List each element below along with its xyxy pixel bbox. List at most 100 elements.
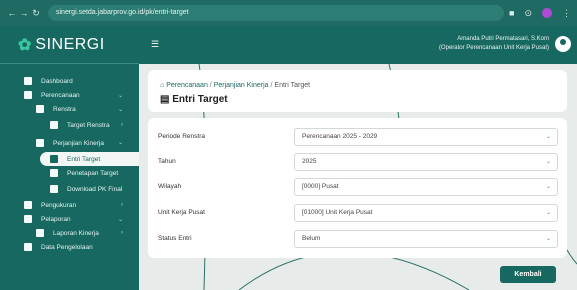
chevron-down-icon: ⌄ [117, 92, 123, 99]
form-row-periode: Periode Renstra Perencanaan 2025 - 2029 … [158, 128, 558, 146]
database-icon [24, 243, 32, 251]
field-label: Periode Renstra [158, 133, 205, 140]
field-label: Unit Kerja Pusat [158, 209, 205, 216]
logo-icon: ✿ [18, 36, 32, 54]
home-icon [24, 77, 32, 85]
chevron-down-icon: ⌄ [117, 106, 123, 113]
home-icon: ⌂ [160, 82, 165, 89]
sidebar-item-pengukuran[interactable]: Pengukuran › [0, 198, 139, 212]
select-value: 2025 [302, 158, 317, 165]
page-title: ▤ Entri Target [160, 94, 228, 105]
sidebar-item-target-renstra[interactable]: Target Renstra › [0, 116, 139, 134]
document-icon [36, 105, 44, 113]
sidebar-item-data-pengelolaan[interactable]: Data Pengelolaan [0, 240, 139, 254]
form-row-unit-kerja: Unit Kerja Pusat [01000] Unit Kerja Pusa… [158, 204, 558, 222]
avatar[interactable] [555, 36, 571, 52]
field-label: Status Entri [158, 235, 192, 242]
wilayah-select[interactable]: [0000] Pusat ⌄ [294, 178, 558, 196]
back-arrow-icon[interactable]: ← [6, 8, 18, 18]
sidebar-item-label: Dashboard [41, 77, 73, 85]
select-value: Belum [302, 235, 321, 242]
document-icon [50, 169, 58, 177]
form-row-status-entri: Status Entri Belum ⌄ [158, 230, 558, 248]
brand[interactable]: ✿ SINERGI [0, 26, 139, 64]
hamburger-menu-icon[interactable]: ☰ [151, 39, 159, 50]
user-role: (Operator Perencanaan Unit Kerja Pusat) [438, 45, 549, 51]
chevron-right-icon: › [121, 202, 123, 208]
document-icon [36, 229, 44, 237]
chevron-down-icon: ⌄ [545, 210, 551, 216]
chevron-right-icon: › [121, 121, 123, 128]
sidebar-item-penetapan-target[interactable]: Penetapan Target [0, 166, 139, 180]
select-value: Perencanaan 2025 - 2029 [302, 133, 378, 140]
sidebar-item-label: Perencanaan [41, 91, 80, 99]
sidebar-item-label: Laporan Kinerja [53, 229, 99, 237]
browser-toolbar: ← → ↻ sinergi.setda.jabarprov.go.id/pk/e… [0, 0, 577, 26]
form-row-tahun: Tahun 2025 ⌄ [158, 153, 558, 171]
gauge-icon [24, 201, 32, 209]
sidebar-item-label: Renstra [53, 105, 76, 113]
document-icon [50, 121, 58, 129]
forward-arrow-icon[interactable]: → [18, 8, 30, 18]
download-icon [50, 185, 58, 193]
menu-dots-icon[interactable]: ⋮ [562, 8, 571, 19]
sidebar-item-label: Entri Target [67, 155, 101, 163]
sidebar-item-label: Pelaporan [41, 215, 71, 223]
page-header-card: ⌂ Perencanaan / Perjanjian Kinerja / Ent… [148, 70, 567, 112]
document-icon: ▤ [160, 94, 170, 105]
sidebar-item-pelaporan[interactable]: Pelaporan ⌄ [0, 212, 139, 226]
extension-icon[interactable]: ■ [509, 8, 514, 18]
page-title-text: Entri Target [172, 94, 228, 105]
back-button-label: Kembali [514, 271, 542, 278]
form-row-wilayah: Wilayah [0000] Pusat ⌄ [158, 178, 558, 196]
back-button[interactable]: Kembali [500, 266, 556, 283]
document-icon [24, 91, 32, 99]
profile-icon[interactable] [542, 8, 552, 18]
sidebar-item-perencanaan[interactable]: Perencanaan ⌄ [0, 88, 139, 102]
chevron-right-icon: › [121, 230, 123, 236]
chevron-down-icon: ⌄ [545, 159, 551, 165]
address-bar[interactable]: sinergi.setda.jabarprov.go.id/pk/entri-t… [48, 5, 504, 21]
chevron-down-icon: ⌄ [117, 216, 123, 223]
unit-kerja-select[interactable]: [01000] Unit Kerja Pusat ⌄ [294, 204, 558, 222]
sidebar-item-download-pk-final[interactable]: Download PK Final [0, 180, 139, 198]
sidebar-item-entri-target[interactable]: Entri Target [40, 152, 139, 166]
field-label: Wilayah [158, 183, 182, 190]
chevron-down-icon: ⌄ [545, 134, 551, 140]
breadcrumb-item-current: Entri Target [274, 82, 311, 89]
user-info[interactable]: Amanda Putri Permatasari, S.Kom (Operato… [439, 35, 549, 53]
sidebar-item-label: Data Pengelolaan [41, 243, 93, 251]
document-icon [50, 155, 58, 163]
sidebar: ✿ SINERGI Dashboard Perencanaan ⌄ Renstr… [0, 26, 139, 290]
field-label: Tahun [158, 158, 176, 165]
report-icon [24, 215, 32, 223]
sidebar-item-label: Perjanjian Kinerja [53, 139, 104, 147]
sidebar-menu: Dashboard Perencanaan ⌄ Renstra ⌄ Target… [0, 64, 139, 254]
sidebar-item-label: Penetapan Target [67, 169, 119, 177]
chevron-down-icon: ⌄ [545, 236, 551, 242]
chevron-down-icon: ⌄ [117, 139, 123, 146]
tahun-select[interactable]: 2025 ⌄ [294, 153, 558, 171]
document-icon [36, 139, 44, 147]
sidebar-item-perjanjian-kinerja[interactable]: Perjanjian Kinerja ⌄ [0, 134, 139, 152]
periode-select[interactable]: Perencanaan 2025 - 2029 ⌄ [294, 128, 558, 146]
sidebar-item-dashboard[interactable]: Dashboard [0, 74, 139, 88]
sidebar-item-laporan-kinerja[interactable]: Laporan Kinerja › [0, 226, 139, 240]
reload-icon[interactable]: ↻ [30, 8, 42, 19]
user-name: Amanda Putri Permatasari, S.Kom [457, 36, 549, 42]
download-icon[interactable]: ⊙ [524, 8, 532, 19]
entri-target-form: Periode Renstra Perencanaan 2025 - 2029 … [148, 118, 567, 258]
breadcrumb-item-perjanjian-kinerja[interactable]: Perjanjian Kinerja [214, 82, 269, 89]
app-name: SINERGI [35, 35, 105, 53]
chevron-down-icon: ⌄ [545, 184, 551, 190]
breadcrumb: ⌂ Perencanaan / Perjanjian Kinerja / Ent… [160, 82, 310, 89]
top-header: ☰ Amanda Putri Permatasari, S.Kom (Opera… [139, 26, 577, 64]
sidebar-item-label: Pengukuran [41, 201, 77, 209]
status-entri-select[interactable]: Belum ⌄ [294, 230, 558, 248]
sidebar-item-label: Target Renstra [67, 121, 110, 129]
breadcrumb-item-perencanaan[interactable]: Perencanaan [166, 82, 208, 89]
sidebar-item-label: Download PK Final [67, 185, 123, 193]
select-value: [0000] Pusat [302, 183, 339, 190]
select-value: [01000] Unit Kerja Pusat [302, 209, 373, 216]
sidebar-item-renstra[interactable]: Renstra ⌄ [0, 102, 139, 116]
